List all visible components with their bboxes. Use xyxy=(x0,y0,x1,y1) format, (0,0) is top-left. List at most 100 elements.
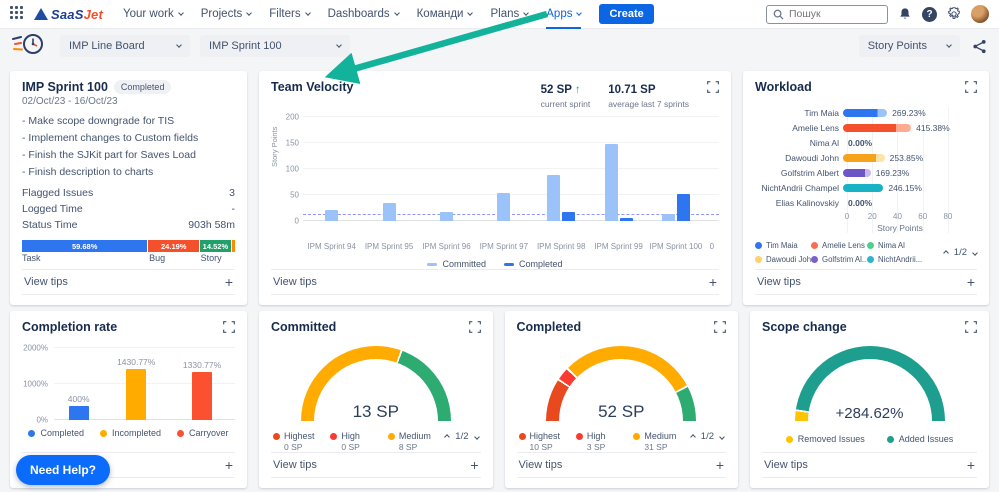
stat-value: - xyxy=(232,203,236,215)
legend-item[interactable]: Tim Maia xyxy=(755,241,811,250)
page-down-icon[interactable] xyxy=(474,434,480,440)
legend-item[interactable]: Golfstrim Al... xyxy=(811,255,867,264)
expand-icon[interactable] xyxy=(965,80,977,98)
plus-icon[interactable]: + xyxy=(225,275,233,289)
plus-icon[interactable]: + xyxy=(470,458,478,472)
legend-item[interactable]: Dawoudi John xyxy=(755,255,811,264)
legend-item[interactable]: Nima Al xyxy=(867,241,923,250)
sprint-select[interactable]: IMP Sprint 100 xyxy=(200,35,350,57)
x-tick-label: 0 xyxy=(845,212,849,221)
legend-item[interactable]: Highest0 SP xyxy=(273,431,330,452)
legend-item[interactable]: Amelie Lens xyxy=(811,241,867,250)
legend-item[interactable]: Completed xyxy=(28,428,84,438)
legend-swatch xyxy=(755,256,762,263)
workload-bar xyxy=(843,169,871,177)
committed-gauge: 13 SP xyxy=(301,346,451,422)
view-tips-link[interactable]: View tips xyxy=(24,276,68,288)
expand-icon[interactable] xyxy=(707,80,719,98)
completed-card: Completed 52 SP Highest10 SPHigh3 SPMedi… xyxy=(505,311,739,488)
page-down-icon[interactable] xyxy=(719,434,725,440)
legend-item[interactable]: High0 SP xyxy=(330,431,387,452)
completed-bar xyxy=(677,194,690,221)
expand-icon[interactable] xyxy=(223,320,235,338)
app-switcher-icon[interactable] xyxy=(10,6,26,22)
page-down-icon[interactable] xyxy=(972,250,978,256)
board-select[interactable]: IMP Line Board xyxy=(60,35,190,57)
completion-legend: Completed Incompleted Carryover xyxy=(22,428,235,438)
legend-item[interactable]: Completed xyxy=(504,259,563,269)
search-input[interactable] xyxy=(789,8,879,20)
nav-item-команди[interactable]: Команди xyxy=(417,0,473,29)
legend-item[interactable]: Committed xyxy=(427,259,486,269)
committed-bar xyxy=(605,144,618,221)
page-up-icon[interactable] xyxy=(943,250,949,256)
nav-item-filters[interactable]: Filters xyxy=(269,0,309,29)
expand-icon[interactable] xyxy=(965,320,977,338)
workload-value: 246.15% xyxy=(888,183,922,193)
help-icon[interactable]: ? xyxy=(922,7,937,22)
velocity-title: Team Velocity xyxy=(271,80,353,94)
view-tips-link[interactable]: View tips xyxy=(273,459,317,471)
create-button[interactable]: Create xyxy=(599,4,653,24)
legend-swatch xyxy=(519,433,526,440)
legend-item[interactable]: Medium8 SP xyxy=(388,431,445,452)
plus-icon[interactable]: + xyxy=(967,275,975,289)
workload-legend: Tim Maia Amelie LensNima Al Dawoudi JohnGo… xyxy=(755,241,977,264)
nav-item-apps[interactable]: Apps xyxy=(546,0,581,29)
expand-icon[interactable] xyxy=(469,320,481,338)
view-tips-link[interactable]: View tips xyxy=(757,276,801,288)
view-tips-row: View tips + xyxy=(271,269,719,295)
legend-label: Amelie Lens xyxy=(822,241,865,250)
legend-item[interactable]: Highest10 SP xyxy=(519,431,576,452)
nav-item-projects[interactable]: Projects xyxy=(201,0,252,29)
expand-icon[interactable] xyxy=(714,320,726,338)
x-tick-label: 60 xyxy=(918,212,927,221)
legend-item[interactable]: Added Issues xyxy=(887,434,954,444)
view-tips-link[interactable]: View tips xyxy=(273,276,317,288)
workload-bar xyxy=(843,109,887,117)
legend-item[interactable]: Removed Issues xyxy=(786,434,865,444)
legend-item[interactable]: NichtAndrii... xyxy=(867,255,923,264)
view-tips-link[interactable]: View tips xyxy=(764,459,808,471)
completion-bar xyxy=(126,369,146,421)
app-clock-logo-icon xyxy=(12,31,46,62)
committed-card: Committed 13 SP Highest0 SPHigh0 SPMediu… xyxy=(259,311,493,488)
sprint-title: IMP Sprint 100 xyxy=(22,80,108,94)
nav-item-dashboards[interactable]: Dashboards xyxy=(328,0,399,29)
workload-track: 269.23% xyxy=(843,108,977,118)
user-avatar[interactable] xyxy=(971,5,989,23)
plus-icon[interactable]: + xyxy=(709,275,717,289)
workload-row: Elias Kalinovskiy0.00% xyxy=(755,198,977,208)
plus-icon[interactable]: + xyxy=(716,458,724,472)
legend-item-top: Medium xyxy=(633,431,690,441)
issue-type-label: Task xyxy=(22,253,41,263)
velocity-bar-group xyxy=(705,117,719,221)
page-up-icon[interactable] xyxy=(444,434,450,440)
chevron-down-icon xyxy=(178,10,184,16)
view-tips-row: View tips + xyxy=(755,269,977,295)
page-up-icon[interactable] xyxy=(690,434,696,440)
legend-label: Removed Issues xyxy=(798,434,865,444)
share-icon[interactable] xyxy=(972,39,987,54)
notifications-bell-icon[interactable] xyxy=(898,7,912,21)
velocity-bar-group xyxy=(418,117,475,221)
legend-item[interactable]: Medium31 SP xyxy=(633,431,690,452)
y-tick-label: 2000% xyxy=(23,344,48,353)
issue-type-label: Story xyxy=(201,253,222,263)
velocity-bar-group xyxy=(475,117,532,221)
need-help-button[interactable]: Need Help? xyxy=(16,455,110,485)
legend-item[interactable]: Carryover xyxy=(177,428,229,438)
settings-gear-icon[interactable] xyxy=(947,7,961,21)
metric-select[interactable]: Story Points xyxy=(859,35,960,57)
nav-item-your-work[interactable]: Your work xyxy=(123,0,183,29)
nav-item-plans[interactable]: Plans xyxy=(490,0,528,29)
legend-item[interactable]: Incompleted xyxy=(100,428,161,438)
workload-value: 253.85% xyxy=(890,153,924,163)
saasjet-logo[interactable]: SaaSJet xyxy=(34,7,103,22)
velocity-bar-group xyxy=(303,117,360,221)
search-box[interactable] xyxy=(766,5,888,24)
plus-icon[interactable]: + xyxy=(967,458,975,472)
view-tips-link[interactable]: View tips xyxy=(519,459,563,471)
plus-icon[interactable]: + xyxy=(225,458,233,472)
legend-item[interactable]: High3 SP xyxy=(576,431,633,452)
